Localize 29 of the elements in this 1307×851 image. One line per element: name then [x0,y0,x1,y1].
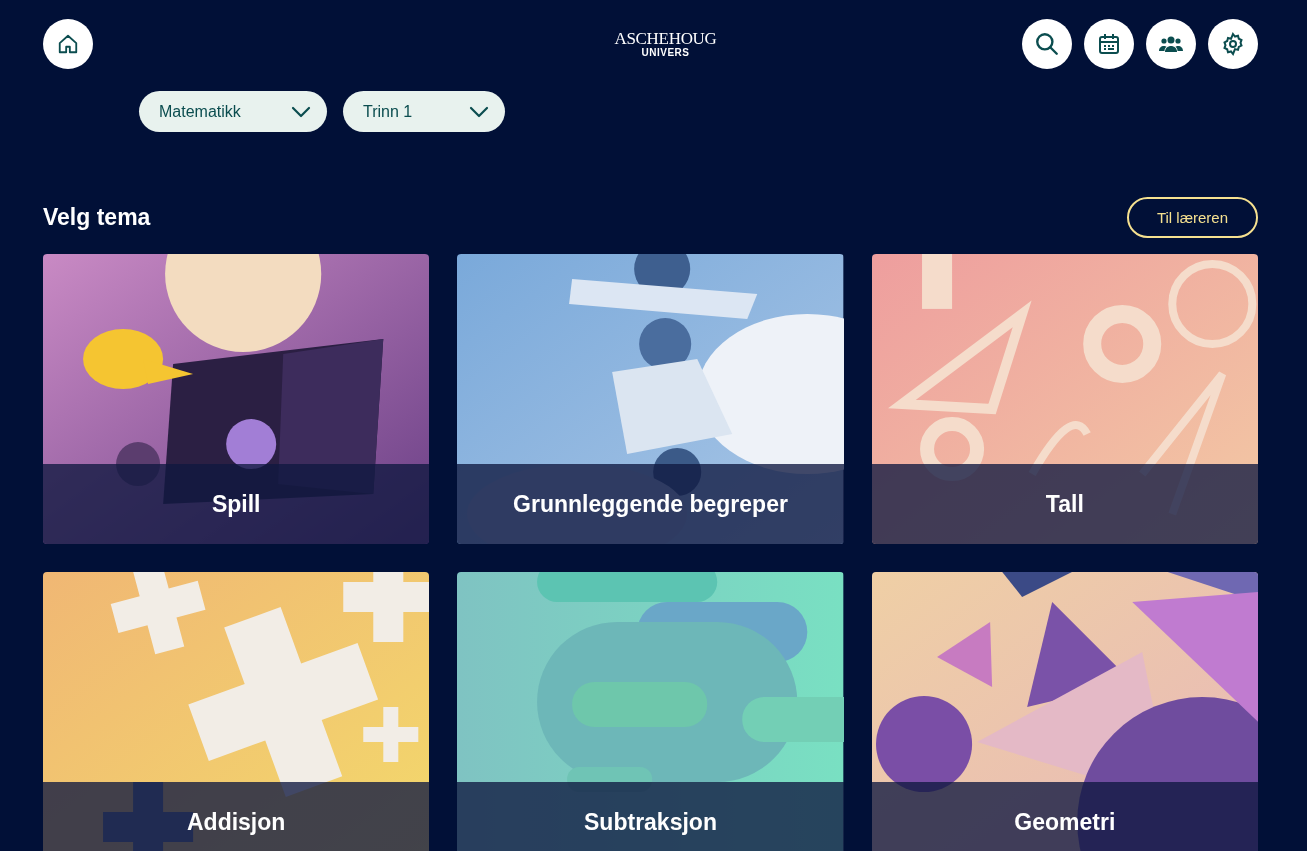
search-button[interactable] [1022,19,1072,69]
logo-wordmark: ASCHEHOUG [614,30,717,47]
logo-subtitle: UNIVERS [641,48,690,58]
teacher-button[interactable]: Til læreren [1127,197,1258,238]
calendar-button[interactable] [1084,19,1134,69]
theme-title: Subtraksjon [584,808,717,836]
theme-title: Grunnleggende begreper [513,490,788,518]
home-button[interactable] [43,19,93,69]
theme-card[interactable]: Geometri [871,572,1258,851]
theme-title: Tall [1045,490,1084,518]
theme-card[interactable]: Spill [43,254,430,544]
calendar-icon [1097,32,1121,56]
settings-button[interactable] [1208,19,1258,69]
search-icon [1034,31,1060,57]
filter-dropdown[interactable]: Matematikk [139,91,327,132]
theme-card[interactable]: Addisjon [43,572,430,851]
theme-title: Addisjon [186,808,286,836]
theme-card[interactable]: Subtraksjon [457,572,844,851]
theme-card[interactable]: Tall [871,254,1258,544]
filter-dropdown[interactable]: Trinn 1 [343,91,505,132]
home-icon [57,33,79,55]
chevron-down-icon [469,105,489,118]
settings-icon [1221,32,1245,56]
theme-title: Geometri [1014,808,1116,836]
chevron-down-icon [291,105,311,118]
theme-card[interactable]: Grunnleggende begreper [457,254,844,544]
theme-title: Spill [211,490,261,518]
group-button[interactable] [1146,19,1196,69]
section-title: Velg tema [43,204,151,231]
